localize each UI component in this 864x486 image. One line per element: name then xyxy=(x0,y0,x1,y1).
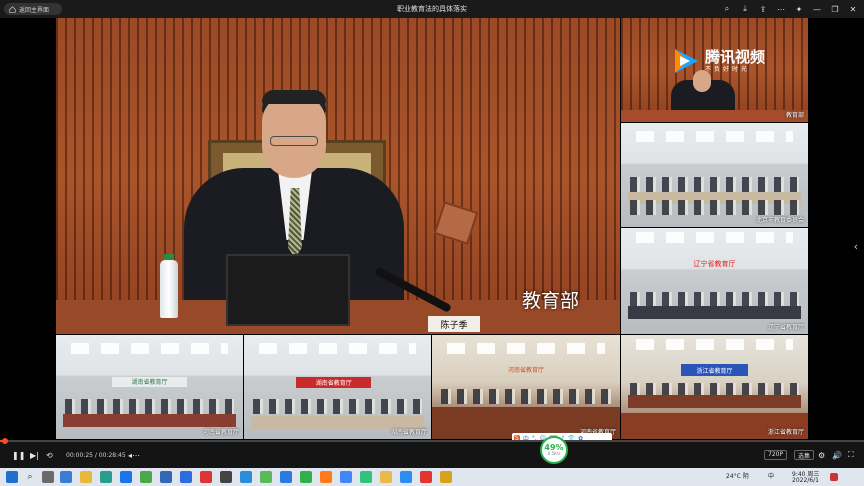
bottom-banner-2: 湖南省教育厅 xyxy=(296,376,372,388)
network-speed-widget[interactable]: 49% 0.5K/s xyxy=(540,436,568,464)
loop-icon[interactable]: ⟲ xyxy=(46,449,53,461)
side-video-tile-2[interactable]: 北京市教育委员会 xyxy=(621,123,808,227)
side-video-tile-3[interactable]: 辽宁省教育厅 辽宁省教育厅 xyxy=(621,228,808,334)
playback-time: 00:00:25 / 00:28:45 xyxy=(66,451,126,459)
minimize-icon[interactable]: — xyxy=(810,2,824,16)
task-view-icon[interactable] xyxy=(42,471,54,483)
player-controls: ❚❚ ▶| ⟲ 00:00:25 / 00:28:45 ◂⋯ 720P 选集 ⚙… xyxy=(0,438,864,468)
app-icon-3[interactable] xyxy=(160,471,172,483)
bottom-video-tile-1[interactable]: 湖南省教育厅 河南省教育厅 xyxy=(56,335,243,439)
quality-selector[interactable]: 720P xyxy=(764,450,788,460)
next-icon[interactable]: ▶| xyxy=(30,449,39,461)
side-video-label-1: 教育部 xyxy=(785,112,804,119)
app-icon-2[interactable] xyxy=(140,471,152,483)
wall-speaker xyxy=(433,201,479,245)
progress-handle[interactable] xyxy=(2,438,8,444)
title-bar: 返回主界面 职业教育法的具体落实 ⌕ ⤓ ⇪ ⋯ ✦ — ❐ ✕ xyxy=(0,0,864,18)
app-icon-11[interactable] xyxy=(320,471,332,483)
app-icon-15[interactable] xyxy=(440,471,452,483)
search-icon[interactable]: ⌕ xyxy=(24,471,36,483)
app-icon-14[interactable] xyxy=(400,471,412,483)
wps-icon[interactable] xyxy=(420,471,432,483)
windows-start-icon[interactable] xyxy=(6,471,18,483)
nameplate: 陈子季 xyxy=(428,316,480,332)
bottom-video-label-2: 湖南省教育厅 xyxy=(390,429,427,436)
download-icon[interactable]: ⤓ xyxy=(738,2,752,16)
clock-date[interactable]: 2022/6/1 xyxy=(792,477,819,484)
side-video-tile-4[interactable]: 浙江省教育厅 浙江省教育厅 xyxy=(621,335,808,439)
bottom-video-label-1: 河南省教育厅 xyxy=(202,429,239,436)
speed-rate: 0.5K/s xyxy=(547,451,561,456)
app-icon-5[interactable] xyxy=(200,471,212,483)
bottom-banner-3: 河南省教育厅 xyxy=(507,366,544,374)
restore-icon[interactable]: ❐ xyxy=(828,2,842,16)
logo-subtitle: 不负好时光 xyxy=(705,65,751,73)
screen: 返回主界面 职业教育法的具体落实 ⌕ ⤓ ⇪ ⋯ ✦ — ❐ ✕ 陈子季 教育部… xyxy=(0,0,864,486)
main-video-tile[interactable]: 陈子季 教育部 xyxy=(56,18,620,334)
app-icon-8[interactable] xyxy=(260,471,272,483)
search-icon[interactable]: ⌕ xyxy=(720,2,734,16)
close-icon[interactable]: ✕ xyxy=(846,2,860,16)
laptop xyxy=(226,254,350,326)
app-icon-10[interactable] xyxy=(300,471,312,483)
side-video-label-3: 辽宁省教育厅 xyxy=(767,324,804,331)
pause-icon[interactable]: ❚❚ xyxy=(12,449,25,461)
water-bottle xyxy=(160,260,178,318)
danmaku-icon[interactable]: ◂⋯ xyxy=(128,449,140,461)
app-icon-12[interactable] xyxy=(360,471,372,483)
chevron-left-icon[interactable]: ‹ xyxy=(854,240,858,253)
bottom-banner-1: 湖南省教育厅 xyxy=(112,376,187,387)
file-explorer-icon[interactable] xyxy=(80,471,92,483)
video-stage[interactable]: 陈子季 教育部 腾讯视频 不负好时光 教育部 北京市教育委员会 辽宁省教育厅 辽… xyxy=(0,18,864,440)
progress-bar[interactable] xyxy=(0,438,864,444)
side-banner-3: 辽宁省教育厅 xyxy=(693,259,736,268)
side-video-label-2: 北京市教育委员会 xyxy=(755,217,804,224)
app-icon-9[interactable] xyxy=(280,471,292,483)
windows-taskbar: ⌕ 24°C 阴 中 9:40 周三 2022/6/1 xyxy=(0,468,864,486)
app-icon-13[interactable] xyxy=(380,471,392,483)
bottom-video-tile-2[interactable]: 湖南省教育厅 湖南省教育厅 xyxy=(244,335,431,439)
chrome-icon[interactable] xyxy=(340,471,352,483)
tencent-video-logo: 腾讯视频 不负好时光 xyxy=(671,46,765,76)
pin-icon[interactable]: ✦ xyxy=(792,2,806,16)
main-video-label: 教育部 xyxy=(522,290,580,312)
side-video-tile-1[interactable]: 腾讯视频 不负好时光 教育部 xyxy=(621,18,808,122)
logo-title: 腾讯视频 xyxy=(705,47,766,66)
side-video-label-4: 浙江省教育厅 xyxy=(767,429,804,436)
settings-icon[interactable]: ⚙ xyxy=(818,449,825,461)
volume-icon[interactable]: 🔊 xyxy=(832,449,842,461)
share-icon[interactable]: ⇪ xyxy=(756,2,770,16)
app-icon-4[interactable] xyxy=(180,471,192,483)
app-icon-1[interactable] xyxy=(120,471,132,483)
episode-selector[interactable]: 选集 xyxy=(794,450,815,460)
notification-icon[interactable] xyxy=(830,473,838,481)
widgets-icon[interactable] xyxy=(60,471,72,483)
side-banner-4: 浙江省教育厅 xyxy=(680,364,749,377)
more-icon[interactable]: ⋯ xyxy=(774,2,788,16)
app-icon-6[interactable] xyxy=(220,471,232,483)
ime-indicator[interactable]: 中 xyxy=(768,471,774,480)
edge-icon[interactable] xyxy=(100,471,112,483)
weather-indicator[interactable]: 24°C 阴 xyxy=(726,471,749,480)
app-icon-7[interactable] xyxy=(240,471,252,483)
bottom-video-tile-3[interactable]: 河南省教育厅 河南省教育厅 xyxy=(432,335,620,439)
fullscreen-icon[interactable]: ⛶ xyxy=(848,449,854,461)
